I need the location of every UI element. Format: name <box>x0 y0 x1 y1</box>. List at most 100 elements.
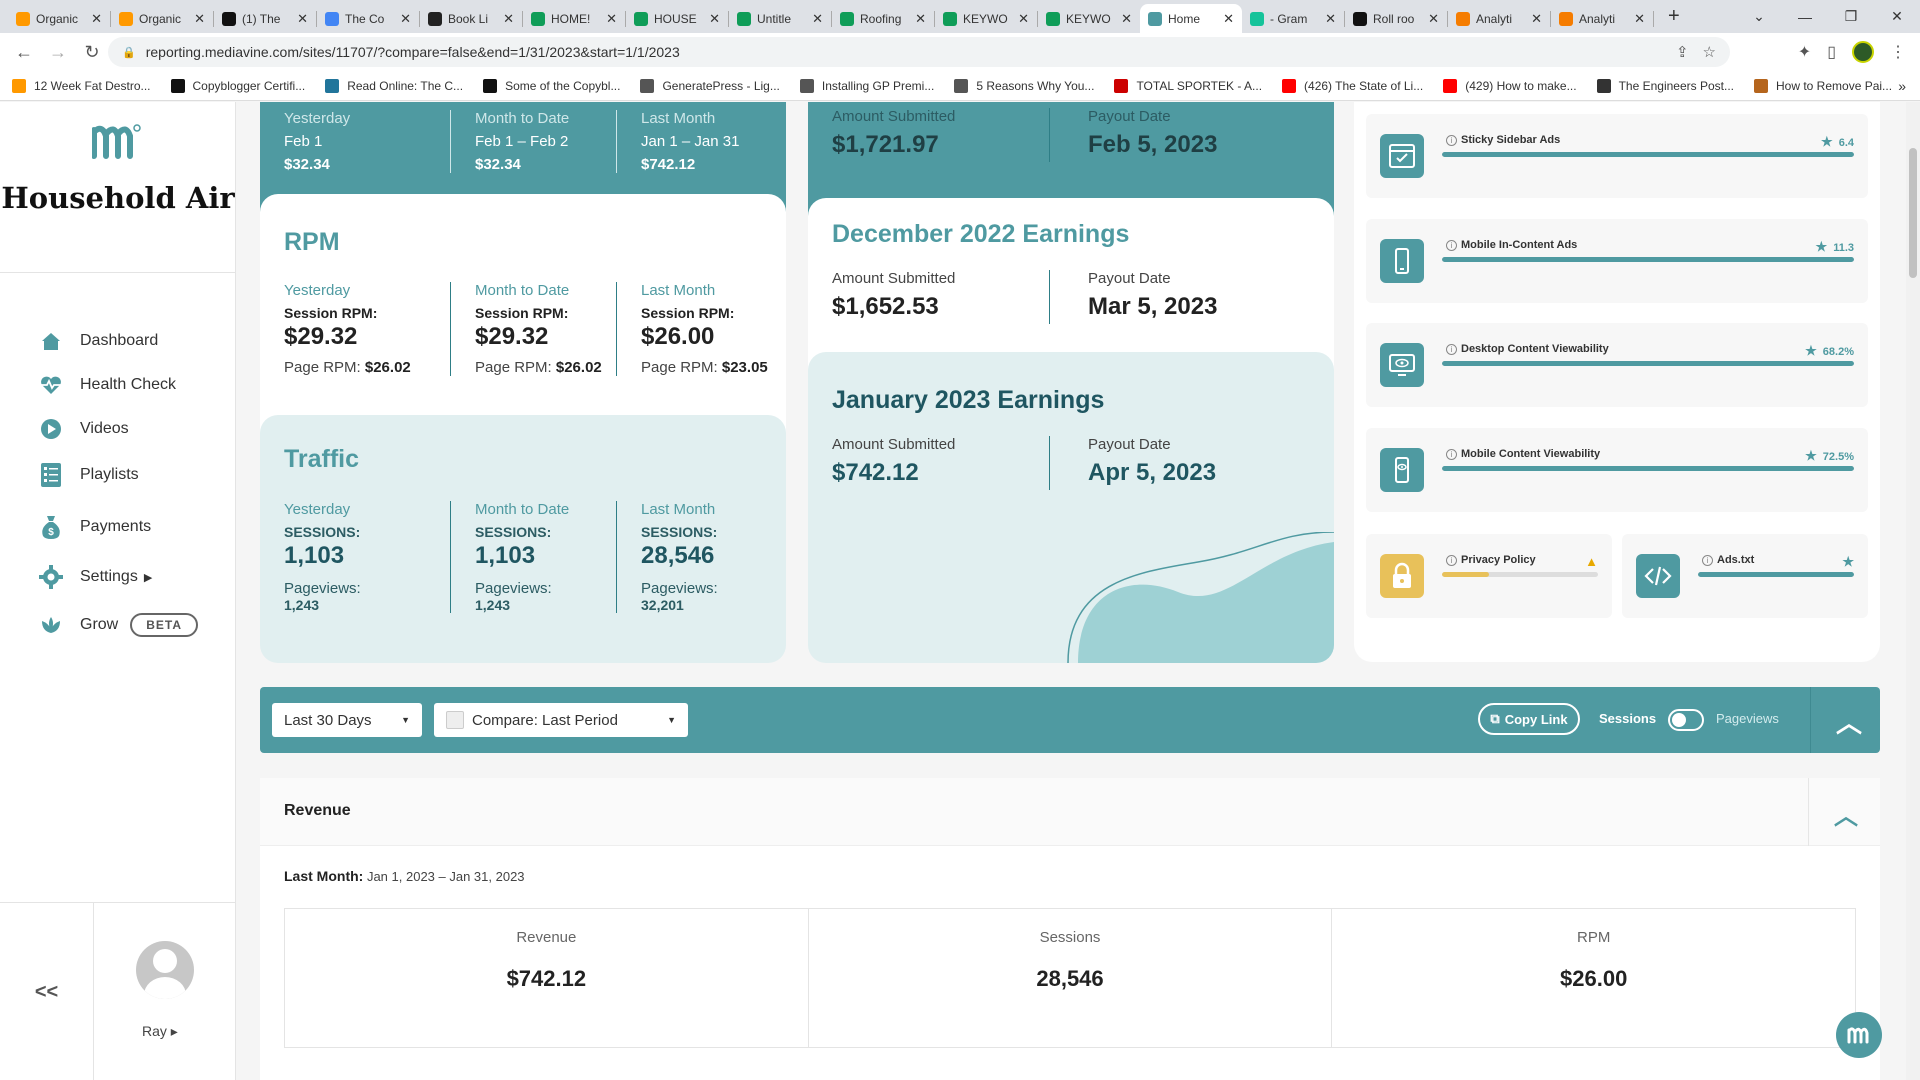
maximize-button[interactable]: ❐ <box>1828 8 1874 25</box>
close-tab-icon[interactable]: ✕ <box>1223 11 1234 27</box>
side-panel-icon[interactable]: ▯ <box>1827 42 1836 62</box>
sidebar-item-health-check[interactable]: Health Check <box>38 370 176 400</box>
health-check-item[interactable]: i Sticky Sidebar Ads ★ 6.4 <box>1366 114 1868 198</box>
health-check-item[interactable]: i Privacy Policy ▲ <box>1366 534 1612 618</box>
browser-tab[interactable]: KEYWO ✕ <box>1038 4 1140 33</box>
compare-select[interactable]: Compare: Last Period ▼ <box>434 703 688 737</box>
close-tab-icon[interactable]: ✕ <box>503 11 514 27</box>
progress-fill <box>1442 361 1854 366</box>
chevron-up-icon[interactable]: ︿ <box>1836 703 1862 740</box>
menu-icon[interactable]: ⋮ <box>1890 42 1906 62</box>
browser-tab[interactable]: - Gram ✕ <box>1242 4 1344 33</box>
close-tab-icon[interactable]: ✕ <box>709 11 720 27</box>
sidebar-item-videos[interactable]: Videos <box>38 414 129 444</box>
bookmark-item[interactable]: (426) The State of Li... <box>1282 78 1423 93</box>
bookmark-item[interactable]: 12 Week Fat Destro... <box>12 78 151 93</box>
close-tab-icon[interactable]: ✕ <box>91 11 102 27</box>
info-icon[interactable]: i <box>1446 240 1457 251</box>
close-tab-icon[interactable]: ✕ <box>1018 11 1029 27</box>
browser-tab[interactable]: HOME! ✕ <box>523 4 625 33</box>
browser-tab[interactable]: Organic ✕ <box>111 4 213 33</box>
bookmark-item[interactable]: The Engineers Post... <box>1596 78 1734 93</box>
compare-checkbox[interactable] <box>446 711 464 729</box>
sidebar-item-payments[interactable]: $ Payments <box>38 512 151 542</box>
tab-search-icon[interactable]: ⌄ <box>1736 8 1782 25</box>
health-check-item[interactable]: i Mobile In-Content Ads ★ 11.3 <box>1366 219 1868 303</box>
chevron-up-icon[interactable]: ︿ <box>1834 796 1858 831</box>
info-icon[interactable]: i <box>1446 555 1457 566</box>
share-icon[interactable]: ⇪ <box>1676 43 1689 61</box>
minimize-button[interactable]: — <box>1782 9 1828 25</box>
code-icon <box>1636 554 1680 598</box>
profile-avatar[interactable] <box>1852 41 1874 63</box>
close-tab-icon[interactable]: ✕ <box>1121 11 1132 27</box>
bookmark-item[interactable]: How to Remove Pai... <box>1754 78 1892 93</box>
close-tab-icon[interactable]: ✕ <box>606 11 617 27</box>
divider <box>0 272 236 273</box>
forward-icon[interactable]: → <box>44 42 72 63</box>
bookmark-item[interactable]: GeneratePress - Lig... <box>640 78 780 93</box>
sidebar-item-grow[interactable]: Grow BETA <box>38 610 199 640</box>
browser-tab[interactable]: Organic ✕ <box>8 4 110 33</box>
info-icon[interactable]: i <box>1446 344 1457 355</box>
bookmark-item[interactable]: Read Online: The C... <box>325 78 463 93</box>
bookmark-item[interactable]: Installing GP Premi... <box>799 78 934 93</box>
close-window-button[interactable]: ✕ <box>1874 8 1920 25</box>
collapse-sidebar-button[interactable]: << <box>0 903 94 1080</box>
browser-tab[interactable]: Analyti ✕ <box>1551 4 1653 33</box>
user-menu[interactable]: Ray ▸ <box>142 1023 178 1040</box>
url-input[interactable]: 🔒 reporting.mediavine.com/sites/11707/?c… <box>108 37 1730 67</box>
close-tab-icon[interactable]: ✕ <box>400 11 411 27</box>
close-tab-icon[interactable]: ✕ <box>1634 11 1645 27</box>
traffic-period-label: Month to Date <box>475 501 570 518</box>
close-tab-icon[interactable]: ✕ <box>1531 11 1542 27</box>
date-range-select[interactable]: Last 30 Days ▼ <box>272 703 422 737</box>
bookmark-item[interactable]: Copyblogger Certifi... <box>170 78 305 93</box>
bookmark-item[interactable]: 5 Reasons Why You... <box>954 78 1094 93</box>
health-check-item[interactable]: i Ads.txt ★ <box>1622 534 1868 618</box>
sidebar-item-label: Dashboard <box>80 332 159 349</box>
copy-link-button[interactable]: ⧉ Copy Link <box>1478 703 1580 735</box>
health-check-item[interactable]: i Desktop Content Viewability ★ 68.2% <box>1366 323 1868 407</box>
browser-tab[interactable]: Home ✕ <box>1140 4 1242 33</box>
page-scrollbar[interactable] <box>1906 102 1920 1080</box>
bookmark-item[interactable]: Some of the Copybl... <box>483 78 620 93</box>
close-tab-icon[interactable]: ✕ <box>194 11 205 27</box>
chat-help-button[interactable] <box>1836 1012 1882 1058</box>
user-avatar[interactable] <box>136 941 194 999</box>
close-tab-icon[interactable]: ✕ <box>297 11 308 27</box>
date-range-value: Last 30 Days <box>284 711 372 729</box>
browser-tab[interactable]: Book Li ✕ <box>420 4 522 33</box>
more-bookmarks-icon[interactable]: » <box>1898 78 1906 94</box>
back-icon[interactable]: ← <box>10 42 38 63</box>
browser-tab[interactable]: Untitle ✕ <box>729 4 831 33</box>
info-icon[interactable]: i <box>1446 449 1457 460</box>
close-tab-icon[interactable]: ✕ <box>915 11 926 27</box>
browser-tab[interactable]: The Co ✕ <box>317 4 419 33</box>
sidebar-item-dashboard[interactable]: Dashboard <box>38 326 158 356</box>
browser-tab[interactable]: Roll roo ✕ <box>1345 4 1447 33</box>
extensions-icon[interactable]: ✦ <box>1798 42 1811 62</box>
browser-tab[interactable]: HOUSE ✕ <box>626 4 728 33</box>
summary-label: Sessions <box>1039 929 1101 946</box>
bookmark-item[interactable]: TOTAL SPORTEK - A... <box>1114 78 1262 93</box>
close-tab-icon[interactable]: ✕ <box>1325 11 1336 27</box>
sidebar-item-playlists[interactable]: Playlists <box>38 460 139 490</box>
new-tab-button[interactable]: + <box>1668 5 1680 28</box>
info-icon[interactable]: i <box>1702 555 1713 566</box>
health-check-item[interactable]: i Mobile Content Viewability ★ 72.5% <box>1366 428 1868 512</box>
sidebar-icon <box>1380 134 1424 178</box>
scrollbar-thumb[interactable] <box>1909 148 1917 278</box>
info-icon[interactable]: i <box>1446 135 1457 146</box>
bookmark-star-icon[interactable]: ☆ <box>1703 43 1716 61</box>
browser-tab[interactable]: KEYWO ✕ <box>935 4 1037 33</box>
browser-tab[interactable]: Roofing ✕ <box>832 4 934 33</box>
browser-tab[interactable]: (1) The ✕ <box>214 4 316 33</box>
sidebar-item-settings[interactable]: Settings ▶ <box>38 562 152 592</box>
sessions-pageviews-toggle[interactable] <box>1668 709 1704 731</box>
bookmark-item[interactable]: (429) How to make... <box>1443 78 1577 93</box>
reload-icon[interactable]: ↻ <box>78 42 106 63</box>
close-tab-icon[interactable]: ✕ <box>812 11 823 27</box>
close-tab-icon[interactable]: ✕ <box>1428 11 1439 27</box>
browser-tab[interactable]: Analyti ✕ <box>1448 4 1550 33</box>
